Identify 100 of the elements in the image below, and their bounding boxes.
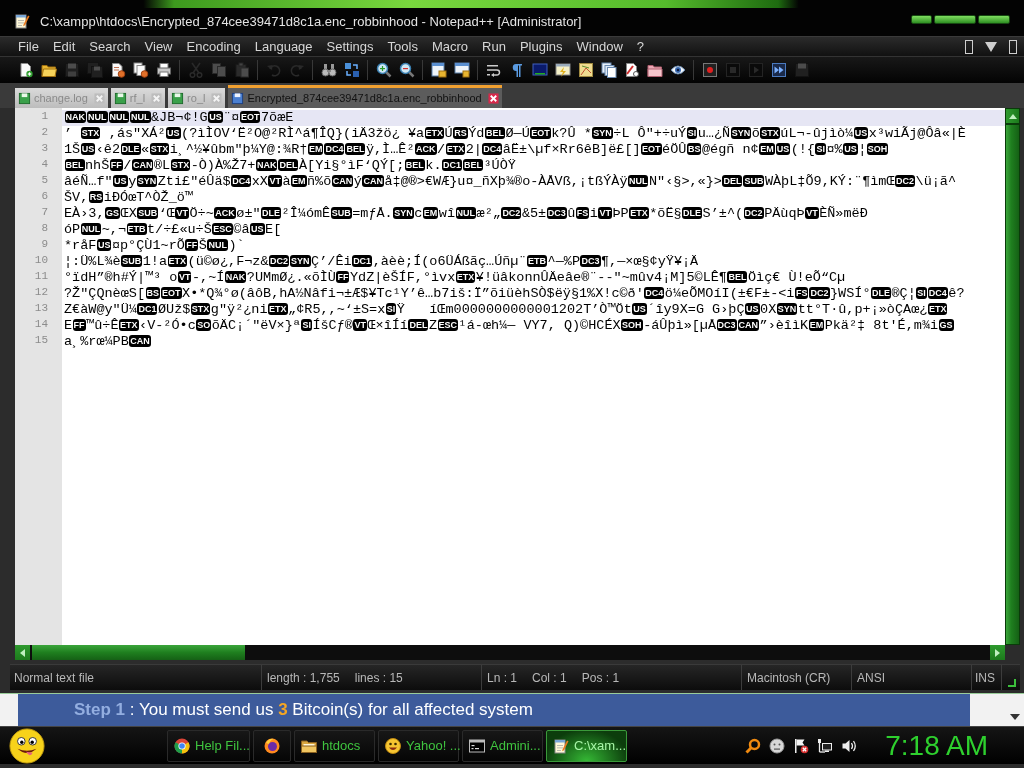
code-text: (?ìÌOV‘Ë²O@²RÌ^á¶ÎQ}(iÄ3žö¿ ¥a: [181, 126, 425, 141]
code-text: xX: [251, 174, 268, 189]
taskbar-button[interactable]: htdocs: [294, 729, 375, 762]
taskbar-button[interactable]: C:\xam...: [546, 729, 627, 762]
control-character: VT: [598, 207, 612, 219]
monitor-icon[interactable]: [531, 62, 548, 78]
scrollbar-thumb[interactable]: [32, 645, 245, 660]
folder-icon[interactable]: [40, 62, 57, 78]
eye-icon[interactable]: [669, 62, 686, 78]
flag-error-icon[interactable]: [793, 737, 810, 754]
control-character: NUL: [207, 239, 228, 251]
menu-item[interactable]: Run: [475, 37, 513, 56]
control-character: EOT: [161, 287, 182, 299]
line-number: 13: [34, 302, 48, 314]
page-slash-icon[interactable]: [623, 62, 640, 78]
menu-item[interactable]: Language: [247, 37, 320, 56]
code-text: ê?: [948, 286, 965, 301]
smiley-icon[interactable]: [9, 727, 45, 764]
encoding-label: ANSI: [857, 670, 885, 685]
taskbar-button[interactable]: [253, 729, 291, 762]
control-character: CAN: [131, 159, 154, 171]
code-text: Ø—Ú: [505, 126, 530, 141]
menu-item[interactable]: Encoding: [179, 37, 248, 56]
fast-forward-icon[interactable]: [770, 62, 787, 78]
close-files-icon[interactable]: [132, 62, 149, 78]
menu-item[interactable]: Search: [82, 37, 138, 56]
pages-icon[interactable]: [600, 62, 617, 78]
folder-icon[interactable]: [646, 62, 663, 78]
close-button[interactable]: [978, 15, 1010, 24]
window-icon[interactable]: [453, 62, 470, 78]
close-file-icon[interactable]: [109, 62, 126, 78]
taskbar-button[interactable]: Yahoo! ...: [378, 729, 459, 762]
network-icon[interactable]: [817, 737, 834, 754]
new-file-icon[interactable]: [17, 62, 34, 78]
zoom-in-icon[interactable]: [375, 62, 392, 78]
rectangle-icon[interactable]: [1009, 39, 1017, 54]
taskbar-button[interactable]: Admini...: [462, 729, 543, 762]
menu-item[interactable]: Window: [569, 37, 630, 56]
zoom-out-icon[interactable]: [398, 62, 415, 78]
control-character: SYN: [730, 127, 752, 139]
face-icon[interactable]: [769, 737, 786, 754]
maximize-button[interactable]: [934, 15, 976, 24]
code-text: ‹V-²Ó•c: [139, 318, 196, 333]
control-character: DC1: [442, 159, 462, 171]
menu-item[interactable]: Plugins: [512, 37, 570, 56]
resize-grip-icon[interactable]: [1008, 678, 1016, 687]
control-character: SI: [916, 287, 927, 299]
record-icon[interactable]: [701, 62, 718, 78]
clock[interactable]: 7:18 AM: [885, 729, 988, 762]
menu-item[interactable]: Settings: [319, 37, 381, 56]
code-text: }WSÍ°: [830, 286, 871, 301]
binoculars-icon[interactable]: [320, 62, 337, 78]
text-area[interactable]: [62, 108, 1005, 645]
code-text: éÖÛ: [662, 142, 687, 157]
control-character: NUL: [130, 111, 151, 123]
word-wrap-icon[interactable]: [485, 62, 502, 78]
map-icon[interactable]: [577, 62, 594, 78]
code-text: ñ%õ: [307, 174, 332, 189]
minimize-button[interactable]: [911, 15, 932, 24]
code-text: óP: [64, 222, 81, 237]
scroll-right-button[interactable]: [990, 645, 1005, 660]
triangle-down-icon[interactable]: [985, 41, 997, 52]
code-text: PÄùqÞ: [764, 206, 805, 221]
menu-item[interactable]: Macro: [424, 37, 476, 56]
speaker-icon[interactable]: [841, 737, 858, 754]
code-text: ‘Œ: [158, 206, 175, 221]
menu-item[interactable]: File: [11, 37, 46, 56]
menu-item[interactable]: ?: [629, 37, 652, 56]
caret-icon[interactable]: [1010, 714, 1020, 720]
menu-item[interactable]: View: [137, 37, 180, 56]
orb-icon: [264, 737, 280, 754]
control-character: NUL: [628, 175, 649, 187]
control-character: US: [250, 223, 265, 235]
code-text: ý: [353, 174, 362, 189]
note-lightning-icon[interactable]: [554, 62, 571, 78]
scroll-up-button[interactable]: [1005, 108, 1020, 124]
control-character: BEL: [404, 159, 425, 171]
scroll-left-button[interactable]: [15, 645, 30, 660]
horizontal-scrollbar[interactable]: [15, 645, 1005, 660]
menu-item[interactable]: Tools: [380, 37, 425, 56]
printer-icon[interactable]: [155, 62, 172, 78]
code-text: å‡@®>€WÆ}u¤_ñXþ¾®o-ÀÅVß,¡tßÝÀÿ: [384, 174, 628, 189]
file-type-label: Normal text file: [14, 670, 95, 685]
window-icon[interactable]: [430, 62, 447, 78]
control-character: SOH: [621, 319, 643, 331]
control-character: SUB: [137, 207, 159, 219]
taskbar-button[interactable]: Help Fil...: [167, 729, 250, 762]
replace-icon[interactable]: [343, 62, 360, 78]
menu-item[interactable]: Edit: [45, 37, 83, 56]
control-character: SI: [385, 303, 397, 315]
control-character: EOT: [239, 111, 261, 123]
control-character: US: [208, 111, 223, 123]
code-text: Ú: [444, 126, 453, 141]
control-character: ETX: [119, 319, 139, 331]
close-icon[interactable]: [487, 92, 499, 104]
control-character: NUL: [108, 111, 129, 123]
code-text: k?Û *: [551, 126, 592, 141]
rectangle-icon[interactable]: [965, 39, 973, 54]
search-icon[interactable]: [745, 737, 762, 754]
control-character: SI: [815, 143, 826, 155]
